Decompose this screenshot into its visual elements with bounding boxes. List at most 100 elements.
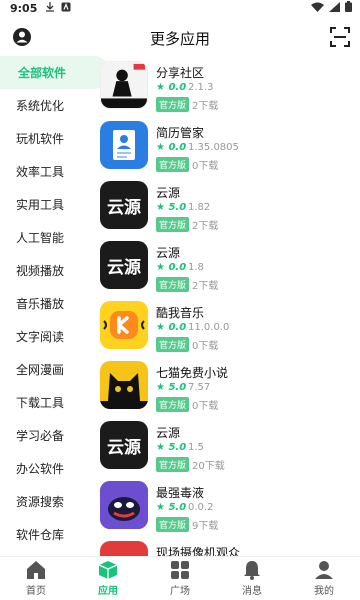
sidebar-item-label: 资源搜索 [16,495,65,509]
sidebar-item-search[interactable]: 资源搜索 [0,485,88,518]
app-name: 七猫免费小说 [156,366,229,380]
nav-apps[interactable]: 应用 [72,557,144,600]
sidebar-item-download[interactable]: 下载工具 [0,386,88,419]
app-version: 1.8 [188,262,204,273]
official-badge: 官方版 [156,97,190,112]
official-badge: 官方版 [156,457,190,472]
nav-label: 消息 [242,586,262,597]
app-rating: ★ 5.0 [156,202,187,213]
nav-label: 广场 [170,586,190,597]
list-item[interactable]: 现场摄像机观众 [92,536,360,556]
app-rating: ★ 0.0 [156,262,187,273]
page-header: 更多应用 [0,22,360,54]
list-item[interactable]: 云源 云源 ★ 5.0 1.5 官方版 20下载 [92,416,360,476]
sidebar-item-reading[interactable]: 文字阅读 [0,320,88,353]
nav-messages[interactable]: 消息 [216,557,288,600]
official-badge: 官方版 [156,397,190,412]
app-version: 11.0.0.0 [188,322,230,333]
nav-label: 应用 [98,586,118,597]
app-version: 1.5 [188,442,204,453]
share-community-icon [100,61,148,109]
sidebar-item-label: 全网漫画 [16,363,65,377]
sidebar-item-office[interactable]: 办公软件 [0,452,88,485]
home-icon [27,561,45,579]
app-rating: ★ 5.0 [156,382,187,393]
app-list: 分享社区 ★ 0.0 2.1.3 官方版 2下载 简历管家 ★ 0.0 1.35… [92,56,360,556]
venom-icon [100,481,148,529]
app-rating: ★ 0.0 [156,322,187,333]
sidebar-item-label: 学习必备 [16,429,65,443]
list-item[interactable]: 最强毒液 ★ 5.0 0.0.2 官方版 9下载 [92,476,360,536]
nav-profile[interactable]: 我的 [288,557,360,600]
status-bar: 9:05 [0,0,360,18]
app-name: 云源 [156,426,181,440]
sidebar-item-label: 下载工具 [16,396,65,410]
sidebar-item-label: 人工智能 [16,231,65,245]
sidebar-item-label: 玩机软件 [16,132,65,146]
app-rating: ★ 0.0 [156,82,187,93]
app-name: 分享社区 [156,66,205,80]
download-count: 0下载 [192,341,219,352]
nav-label: 首页 [26,586,46,597]
yunyuan-icon: 云源 [100,181,148,229]
official-badge: 官方版 [156,337,190,352]
sidebar-item-label: 软件仓库 [16,528,65,542]
sidebar-item-utilities[interactable]: 实用工具 [0,188,88,221]
list-item[interactable]: 分享社区 ★ 0.0 2.1.3 官方版 2下载 [92,56,360,116]
download-icon [46,2,54,12]
download-count: 9下载 [192,521,219,532]
download-count: 2下载 [192,101,219,112]
official-badge: 官方版 [156,517,190,532]
signal-icon [329,1,340,12]
nav-square[interactable]: 广场 [144,557,216,600]
app-icon-text: 云源 [107,197,141,218]
sidebar-item-label: 全部软件 [18,66,67,80]
download-count: 0下载 [192,401,219,412]
list-item[interactable]: 七猫免费小说 ★ 5.0 7.57 官方版 0下载 [92,356,360,416]
app-rating: ★ 0.0 [156,142,187,153]
bell-icon [244,561,260,580]
sidebar-item-phone-tools[interactable]: 玩机软件 [0,122,88,155]
app-version: 2.1.3 [188,82,214,93]
category-sidebar: 全部软件 系统优化 玩机软件 效率工具 实用工具 人工智能 视频播放 音乐播放 … [0,56,110,556]
official-badge: 官方版 [156,217,190,232]
sidebar-item-label: 视频播放 [16,264,65,278]
sidebar-item-label: 音乐播放 [16,297,65,311]
app-icon-text: 云源 [107,437,141,458]
status-time: 9:05 [10,2,38,15]
app-rating: ★ 5.0 [156,442,187,453]
scan-icon[interactable] [330,27,350,47]
list-item[interactable]: 云源 云源 ★ 0.0 1.8 官方版 2下载 [92,236,360,296]
nav-home[interactable]: 首页 [0,557,72,600]
sidebar-item-study[interactable]: 学习必备 [0,419,88,452]
yunyuan-icon: 云源 [100,241,148,289]
sidebar-item-repository[interactable]: 软件仓库 [0,518,88,551]
app-name: 现场摄像机观众 [156,546,241,556]
bottom-nav: 首页 应用 广场 消息 我的 [0,556,360,600]
sidebar-item-comics[interactable]: 全网漫画 [0,353,88,386]
app-version: 1.35.0805 [188,142,239,153]
sidebar-item-label: 系统优化 [16,99,65,113]
sidebar-item-video[interactable]: 视频播放 [0,254,88,287]
sidebar-item-label: 办公软件 [16,462,65,476]
sidebar-item-system[interactable]: 系统优化 [0,89,88,122]
list-item[interactable]: 简历管家 ★ 0.0 1.35.0805 官方版 0下载 [92,116,360,176]
app-name: 云源 [156,186,181,200]
app-version: 0.0.2 [188,502,214,513]
list-item[interactable]: 酷我音乐 ★ 0.0 11.0.0.0 官方版 0下载 [92,296,360,356]
official-badge: 官方版 [156,277,190,292]
download-count: 0下载 [192,161,219,172]
cube-icon [98,561,118,579]
download-count: 2下载 [192,221,219,232]
sidebar-item-efficiency[interactable]: 效率工具 [0,155,88,188]
sidebar-item-ai[interactable]: 人工智能 [0,221,88,254]
qimao-cat-icon [100,361,148,409]
app-icon-text: 云源 [107,257,141,278]
sidebar-item-music[interactable]: 音乐播放 [0,287,88,320]
camera-icon [100,541,148,556]
person-icon [315,561,333,579]
yunyuan-icon: 云源 [100,421,148,469]
sidebar-item-label: 实用工具 [16,198,65,212]
list-item[interactable]: 云源 云源 ★ 5.0 1.82 官方版 2下载 [92,176,360,236]
app-name: 最强毒液 [156,486,205,500]
